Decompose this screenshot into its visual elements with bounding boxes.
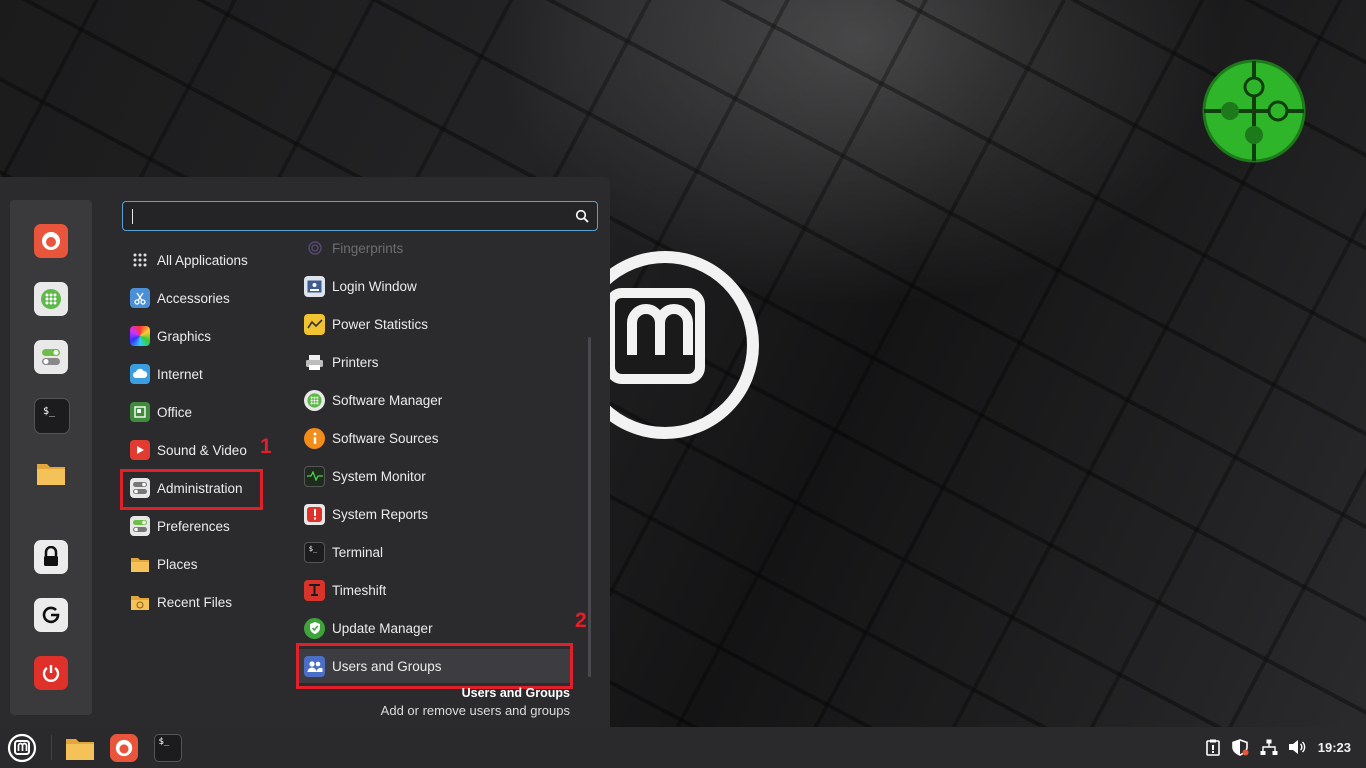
app-software-manager[interactable]: Software Manager (298, 383, 570, 417)
category-graphics[interactable]: Graphics (122, 319, 262, 353)
software-manager-icon[interactable] (34, 282, 68, 316)
step-number-1: 1 (260, 435, 272, 458)
shield-icon (304, 617, 325, 639)
app-timeshift[interactable]: Timeshift (298, 573, 570, 607)
app-system-monitor[interactable]: System Monitor (298, 459, 570, 493)
search-input[interactable] (137, 202, 561, 232)
app-power-statistics[interactable]: Power Statistics (298, 307, 570, 341)
terminal-icon[interactable]: $_ (152, 732, 183, 763)
power-icon[interactable] (34, 656, 68, 690)
category-label: Accessories (157, 290, 230, 306)
category-preferences[interactable]: Preferences (122, 509, 262, 543)
category-office[interactable]: Office (122, 395, 262, 429)
scrollbar[interactable] (588, 337, 591, 677)
timeshift-icon (304, 579, 325, 601)
clipboard-icon[interactable] (1206, 739, 1220, 756)
shield-icon[interactable] (1232, 739, 1249, 756)
app-label: Power Statistics (332, 316, 429, 332)
login-window-icon (304, 275, 325, 297)
category-accessories[interactable]: Accessories (122, 281, 262, 315)
folder-clock-icon (130, 592, 150, 612)
files-folder-icon[interactable] (34, 456, 68, 490)
terminal-icon[interactable]: $_ (34, 398, 70, 434)
step-number-2: 2 (575, 609, 587, 632)
app-software-sources[interactable]: Software Sources (298, 421, 570, 455)
files-folder-icon[interactable] (64, 732, 95, 763)
settings-toggles-icon[interactable] (34, 340, 68, 374)
firefox-icon[interactable] (108, 732, 139, 763)
app-update-manager[interactable]: Update Manager (298, 611, 570, 645)
app-terminal[interactable]: $_ Terminal (298, 535, 570, 569)
folder-icon (130, 554, 150, 574)
logout-icon[interactable] (34, 598, 68, 632)
category-recent-files[interactable]: Recent Files (122, 585, 262, 619)
app-label: Fingerprints (332, 240, 404, 256)
play-icon (130, 440, 150, 460)
network-icon[interactable] (1260, 739, 1278, 756)
app-label: System Monitor (332, 468, 426, 484)
category-label: Recent Files (157, 594, 233, 610)
favorites-sidebar: $_ (10, 200, 92, 715)
category-label: Office (157, 404, 193, 420)
firefox-icon[interactable] (34, 224, 68, 258)
taskbar: $_ 19:23 (0, 727, 1366, 768)
printer-icon (304, 352, 325, 373)
highlight-box-users-and-groups (296, 643, 573, 689)
lock-icon[interactable] (34, 540, 68, 574)
software-manager-icon (304, 389, 325, 411)
app-description-text: Add or remove users and groups (380, 703, 570, 718)
grid-icon (130, 250, 150, 270)
app-label: Software Sources (332, 430, 439, 446)
application-menu: $_ All Applications Accessories Graphics… (0, 177, 610, 727)
app-label: Timeshift (332, 582, 387, 598)
category-label: Preferences (157, 518, 230, 534)
app-label: Printers (332, 354, 379, 370)
category-label: Places (157, 556, 198, 572)
warning-icon (304, 503, 325, 525)
system-monitor-icon (304, 465, 325, 487)
volume-icon[interactable] (1288, 739, 1306, 755)
info-icon (304, 427, 325, 449)
fingerprint-icon (304, 238, 325, 259)
taskbar-separator (51, 735, 52, 760)
app-label: Terminal (332, 544, 384, 560)
app-label: Software Manager (332, 392, 443, 408)
category-all-applications[interactable]: All Applications (122, 243, 262, 277)
app-label: Login Window (332, 278, 417, 294)
mint-menu-icon[interactable] (6, 732, 37, 763)
category-sound-video[interactable]: Sound & Video (122, 433, 262, 467)
app-login-window[interactable]: Login Window (298, 269, 570, 303)
power-statistics-icon (304, 313, 325, 335)
text-cursor (132, 209, 133, 224)
cloud-icon (130, 364, 150, 384)
category-places[interactable]: Places (122, 547, 262, 581)
category-label: All Applications (157, 252, 248, 268)
category-label: Internet (157, 366, 203, 382)
toggles-icon (130, 516, 150, 536)
scissors-icon (130, 288, 150, 308)
app-fingerprints[interactable]: Fingerprints (298, 231, 570, 265)
clock[interactable]: 19:23 (1318, 740, 1351, 755)
category-label: Sound & Video (157, 442, 247, 458)
app-label: Update Manager (332, 620, 433, 636)
category-label: Graphics (157, 328, 212, 344)
search-box[interactable] (122, 201, 598, 232)
search-icon[interactable] (575, 209, 589, 223)
graphics-icon (130, 326, 150, 346)
terminal-icon: $_ (304, 541, 325, 563)
app-printers[interactable]: Printers (298, 345, 570, 379)
category-internet[interactable]: Internet (122, 357, 262, 391)
app-system-reports[interactable]: System Reports (298, 497, 570, 531)
puzzle-watermark-icon (1202, 59, 1306, 163)
app-description-title: Users and Groups (461, 686, 570, 700)
app-label: System Reports (332, 506, 429, 522)
highlight-box-administration (120, 469, 263, 510)
office-icon (130, 402, 150, 422)
